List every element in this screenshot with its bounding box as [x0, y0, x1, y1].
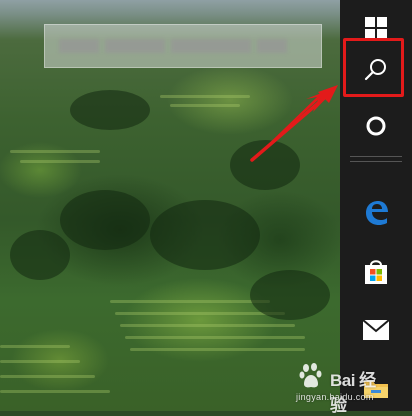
baidu-paw-icon — [299, 363, 322, 388]
watermark-url: jingyan.baidu.com — [296, 392, 374, 402]
baidu-jingyan-watermark: Bai 经验 jingyan.baidu.com — [292, 356, 392, 415]
watermark-brand: Bai 经验 — [330, 371, 376, 415]
red-arrow-annotation — [250, 85, 338, 162]
